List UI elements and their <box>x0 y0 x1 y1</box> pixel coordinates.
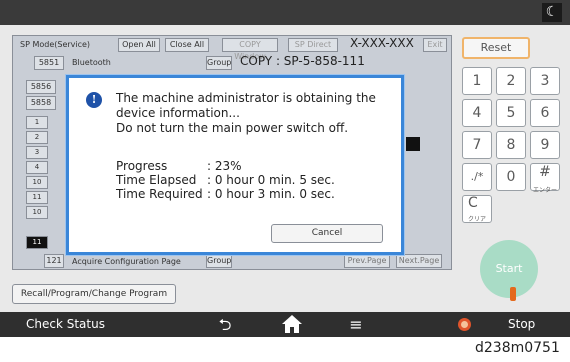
back-icon[interactable]: ⮌ <box>213 312 237 337</box>
copy-window-button[interactable]: COPY Window <box>222 38 278 61</box>
dialog-message-line3: Do not turn the main power switch off. <box>116 121 349 135</box>
dialog-message-line2: device information... <box>116 106 240 120</box>
sp-direct-button[interactable]: SP Direct <box>288 38 338 52</box>
sp-row-number[interactable]: 11 <box>26 191 48 204</box>
open-all-button[interactable]: Open All <box>118 38 160 52</box>
sp-mode-title: SP Mode(Service) <box>20 40 91 49</box>
key-1[interactable]: 1 <box>462 67 492 95</box>
progress-value: : 23% <box>207 159 242 173</box>
sp-row-number[interactable]: 1 <box>26 116 48 129</box>
key-hash-enter[interactable]: # エンター <box>530 163 560 194</box>
key-4[interactable]: 4 <box>462 99 492 127</box>
key-5[interactable]: 5 <box>496 99 526 127</box>
info-icon: ! <box>86 92 102 108</box>
energy-saver-icon[interactable]: ☾ <box>542 3 562 22</box>
key-dot-star[interactable]: ./* <box>462 163 492 191</box>
group-value: COPY : SP-5-858-111 <box>240 54 365 68</box>
next-page-button[interactable]: Next.Page <box>396 254 442 268</box>
sp-item-code[interactable]: 5851 <box>34 56 64 70</box>
stop-button[interactable]: Stop <box>508 312 535 337</box>
time-elapsed-label: Time Elapsed <box>116 173 197 187</box>
sp-row-number-selected[interactable]: 11 <box>26 236 48 249</box>
exit-button[interactable]: Exit <box>423 38 447 52</box>
reset-button[interactable]: Reset <box>462 37 530 59</box>
sp-value-box <box>406 137 420 151</box>
sp-item-code[interactable]: 5858 <box>26 96 56 110</box>
key-6[interactable]: 6 <box>530 99 560 127</box>
dialog-message-line1: The machine administrator is obtaining t… <box>116 91 376 105</box>
key-2[interactable]: 2 <box>496 67 526 95</box>
sp-item-label: Acquire Configuration Page <box>72 257 181 266</box>
key-9[interactable]: 9 <box>530 131 560 159</box>
stop-icon <box>458 318 471 331</box>
figure-caption: d238m0751 <box>475 340 560 356</box>
start-button[interactable]: Start <box>480 240 538 298</box>
sp-row-number[interactable]: 2 <box>26 131 48 144</box>
group-button[interactable]: Group <box>206 56 232 70</box>
cancel-button[interactable]: Cancel <box>271 224 383 243</box>
prev-page-button[interactable]: Prev.Page <box>344 254 390 268</box>
status-bar <box>0 0 570 25</box>
recall-program-button[interactable]: Recall/Program/Change Program <box>12 284 176 304</box>
sp-row-number[interactable]: 10 <box>26 176 48 189</box>
model-code: X-XXX-XXX <box>350 36 414 50</box>
enter-sublabel: エンター <box>532 187 557 194</box>
close-all-button[interactable]: Close All <box>165 38 209 52</box>
key-0[interactable]: 0 <box>496 163 526 191</box>
time-required-label: Time Required <box>116 187 203 201</box>
clear-key[interactable]: C クリア <box>462 195 492 223</box>
sp-row-number[interactable]: 3 <box>26 146 48 159</box>
group-button[interactable]: Group <box>206 254 232 268</box>
key-7[interactable]: 7 <box>462 131 492 159</box>
key-3[interactable]: 3 <box>530 67 560 95</box>
menu-icon[interactable]: ≡ <box>346 312 366 337</box>
start-indicator-light <box>510 287 516 301</box>
sp-row-number[interactable]: 4 <box>26 161 48 174</box>
clear-sublabel: クリア <box>468 216 487 223</box>
sp-item-code[interactable]: 121 <box>44 254 64 268</box>
key-8[interactable]: 8 <box>496 131 526 159</box>
sp-item-label: Bluetooth <box>72 58 111 67</box>
time-required-value: : 0 hour 3 min. 0 sec. <box>207 187 335 201</box>
check-status-button[interactable]: Check Status <box>26 312 105 337</box>
key-hash-label: # <box>539 164 551 180</box>
progress-label: Progress <box>116 159 168 173</box>
clear-key-label: C <box>468 195 478 211</box>
sp-item-code[interactable]: 5856 <box>26 80 56 94</box>
time-elapsed-value: : 0 hour 0 min. 5 sec. <box>207 173 335 187</box>
sp-row-number[interactable]: 10 <box>26 206 48 219</box>
home-icon[interactable] <box>281 313 303 335</box>
